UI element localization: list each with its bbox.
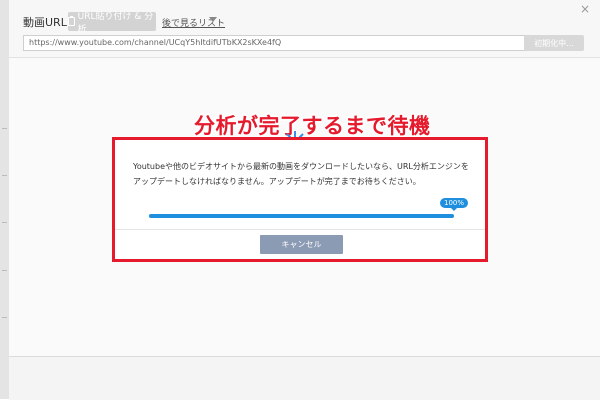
- paste-analyze-label: URL貼り付け & 分析: [77, 11, 154, 35]
- annotation-title: 分析が完了するまで待機: [194, 114, 431, 138]
- url-label: 動画URL:: [23, 16, 71, 29]
- chevron-down-icon[interactable]: [209, 17, 217, 22]
- progress-percent-badge: 100%: [440, 198, 469, 211]
- toolbar: 動画URL: URL貼り付け & 分析 後で見るリスト 初期化中... ×: [9, 0, 600, 58]
- analyze-button[interactable]: 初期化中...: [524, 35, 584, 51]
- url-input[interactable]: [23, 35, 527, 51]
- progress-fill: [149, 214, 454, 218]
- clipboard-icon: [68, 16, 75, 26]
- cancel-button[interactable]: キャンセル: [260, 235, 343, 254]
- update-dialog: Youtubeや他のビデオサイトから最新の動画をダウンロードしたいなら、URL分…: [112, 137, 488, 262]
- dialog-divider: [115, 229, 485, 230]
- status-bar: [9, 356, 600, 400]
- close-icon[interactable]: ×: [580, 2, 590, 16]
- progress-bar: [149, 214, 454, 218]
- paste-analyze-button[interactable]: URL貼り付け & 分析: [68, 12, 156, 35]
- update-message: Youtubeや他のビデオサイトから最新の動画をダウンロードしたいなら、URL分…: [133, 162, 469, 186]
